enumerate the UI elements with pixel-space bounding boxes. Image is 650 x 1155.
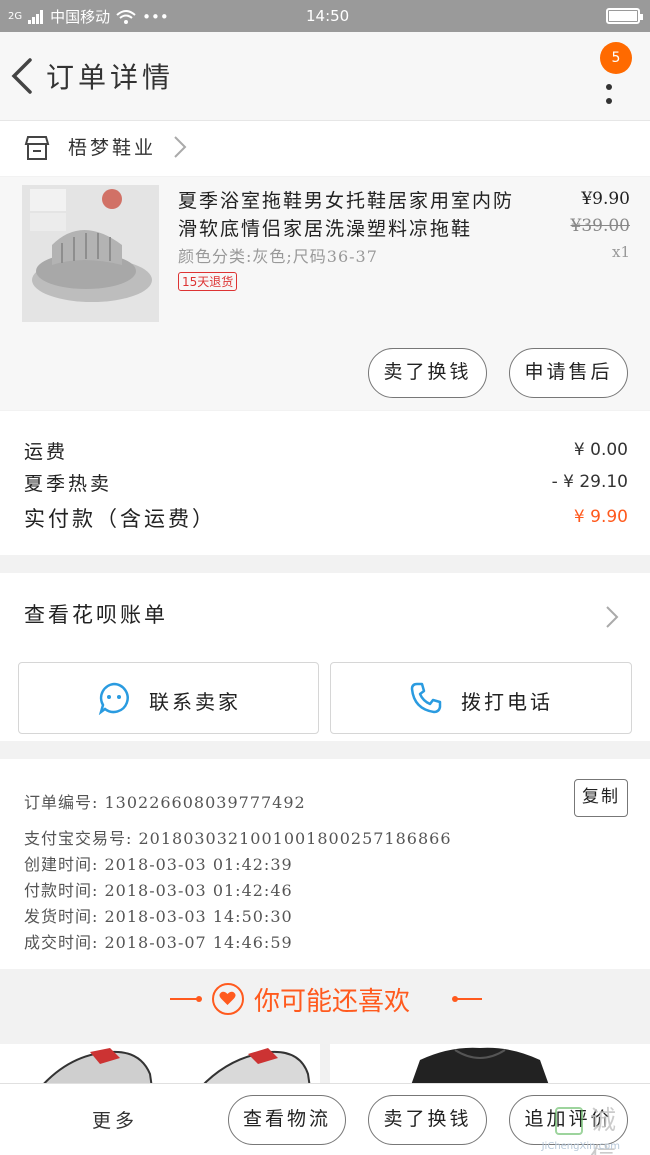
resell-bottom-button[interactable]: 卖了换钱 (368, 1095, 487, 1145)
watermark-url: JiChengXin.com (541, 1141, 620, 1152)
status-left: 2G 中国移动 ••• (8, 6, 169, 27)
chevron-left-icon (11, 58, 32, 94)
status-time: 14:50 (306, 7, 350, 25)
sneaker-image (38, 1048, 312, 1088)
back-button[interactable] (8, 56, 38, 96)
heart-icon (212, 983, 244, 1015)
created-time: 创建时间: 2018-03-03 01:42:39 (24, 855, 293, 874)
view-logistics-button[interactable]: 查看物流 (228, 1095, 346, 1145)
discount-value: - ¥ 29.10 (551, 472, 628, 492)
contact-seller-button[interactable]: 联系卖家 (18, 662, 319, 734)
product-card[interactable]: 夏季浴室拖鞋男女托鞋居家用室内防 滑软底情侣家居洗澡塑料凉拖鞋 颜色分类:灰色;… (0, 177, 650, 410)
store-icon (24, 136, 50, 160)
shop-row[interactable]: 梧梦鞋业 (0, 120, 650, 176)
chevron-right-icon (606, 606, 619, 628)
fee-summary: 运费 ¥ 0.00 夏季热卖 - ¥ 29.10 实付款（含运费） ¥ 9.90 (0, 411, 650, 555)
signal-icon: 2G (8, 11, 23, 22)
contact-seller-label: 联系卖家 (149, 690, 241, 714)
status-bar: 2G 中国移动 ••• 14:50 (0, 0, 650, 32)
product-title-line1: 夏季浴室拖鞋男女托鞋居家用室内防 (178, 190, 515, 212)
completed-time: 成交时间: 2018-03-07 14:46:59 (24, 933, 293, 952)
resell-button[interactable]: 卖了换钱 (368, 348, 487, 398)
recommend-item-sneakers[interactable] (0, 1044, 320, 1088)
more-vertical-icon[interactable] (606, 84, 614, 112)
slipper-image (22, 185, 159, 322)
status-dots: ••• (142, 7, 169, 26)
huabei-bill-link[interactable]: 查看花呗账单 (24, 599, 168, 629)
product-quantity: x1 (611, 243, 630, 261)
recommend-title: 你可能还喜欢 (254, 987, 411, 1017)
battery-icon (606, 8, 643, 24)
divider-right (456, 998, 482, 1000)
product-title-line2: 滑软底情侣家居洗澡塑料凉拖鞋 (178, 218, 473, 240)
tshirt-image (410, 1047, 550, 1088)
huabei-section: 查看花呗账单 联系卖家 拨打电话 (0, 573, 650, 741)
copy-button[interactable]: 复制 (574, 779, 628, 817)
after-sales-button[interactable]: 申请售后 (509, 348, 628, 398)
notification-badge[interactable]: 5 (600, 42, 632, 74)
recommend-item-tshirt[interactable] (330, 1044, 650, 1088)
chevron-right-icon (174, 136, 187, 158)
divider-dot-left (196, 996, 202, 1002)
product-sku: 颜色分类:灰色;尺码36-37 (178, 247, 378, 266)
shipped-time: 发货时间: 2018-03-03 14:50:30 (24, 907, 293, 926)
watermark-logo: 诚信 (528, 1094, 638, 1155)
total-paid-label: 实付款（含运费） (24, 507, 216, 531)
paid-time: 付款时间: 2018-03-03 01:42:46 (24, 881, 293, 900)
recommend-header: 你可能还喜欢 (0, 969, 650, 1031)
discount-label: 夏季热卖 (24, 473, 113, 495)
carrier-name: 中国移动 (50, 8, 111, 26)
call-phone-button[interactable]: 拨打电话 (330, 662, 632, 734)
product-original-price: ¥39.00 (570, 216, 630, 236)
total-paid-value: ¥ 9.90 (573, 507, 628, 527)
shipping-fee-value: ¥ 0.00 (573, 440, 628, 460)
return-policy-tag: 15天退货 (178, 272, 238, 291)
wifi-icon (116, 9, 136, 24)
alipay-trade-number: 支付宝交易号: 2018030321001001800257186866 (24, 829, 452, 848)
product-title[interactable]: 夏季浴室拖鞋男女托鞋居家用室内防 滑软底情侣家居洗澡塑料凉拖鞋 (178, 187, 528, 243)
page-title: 订单详情 (46, 61, 175, 94)
order-info: 订单编号: 130226608039777492 复制 支付宝交易号: 2018… (0, 759, 650, 969)
product-price: ¥9.90 (581, 189, 630, 209)
call-phone-label: 拨打电话 (461, 690, 553, 714)
nav-header: 订单详情 5 (0, 32, 650, 120)
order-number: 订单编号: 130226608039777492 (24, 793, 306, 812)
product-image[interactable] (22, 185, 159, 322)
chat-bubble-icon (98, 682, 129, 715)
more-button[interactable]: 更多 (92, 1106, 138, 1133)
shop-name[interactable]: 梧梦鞋业 (68, 133, 156, 160)
shipping-fee-label: 运费 (24, 441, 69, 463)
phone-icon (410, 682, 442, 714)
signal-bars-icon (28, 9, 44, 24)
